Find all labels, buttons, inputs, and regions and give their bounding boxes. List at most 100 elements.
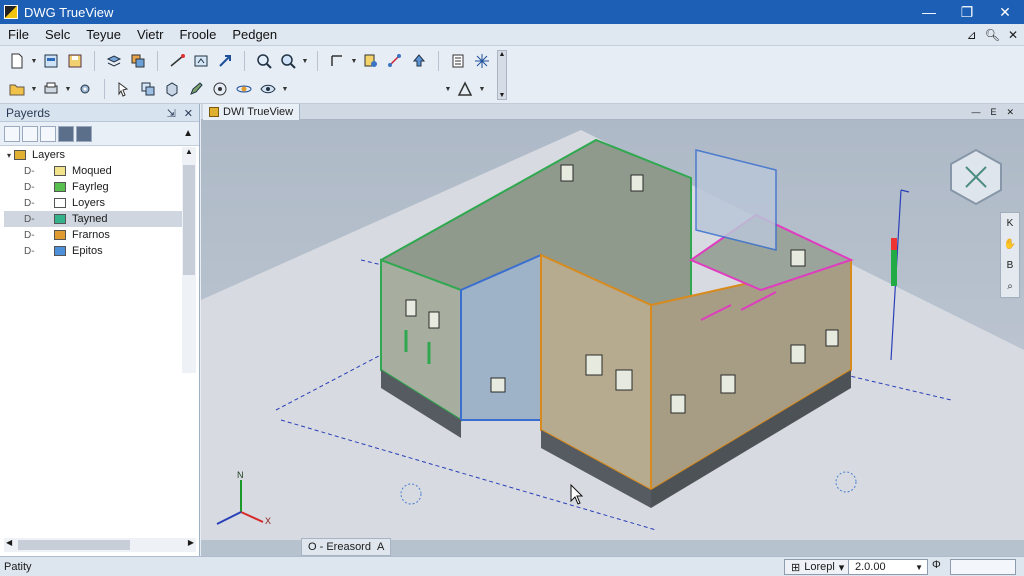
pan-icon[interactable] (190, 50, 212, 72)
toolbar-overflow-scroll[interactable]: ▲ ▼ (497, 50, 507, 100)
document-tab[interactable]: DWI TrueView (203, 104, 301, 120)
properties-icon[interactable] (360, 50, 382, 72)
title-bar: DWG TrueView — ❐ ✕ (0, 0, 1024, 24)
menu-file[interactable]: File (0, 27, 37, 42)
nav-pan-icon[interactable]: ✋ (1004, 239, 1016, 250)
list-icon[interactable] (447, 50, 469, 72)
menu-view[interactable]: Vietr (129, 27, 172, 42)
layer-filter-icon[interactable] (58, 125, 74, 142)
tree-item[interactable]: D- Moqued (4, 163, 182, 179)
status-extra-icon[interactable]: Φ (932, 559, 941, 571)
scroll-up-icon[interactable]: ▲ (182, 147, 196, 161)
block-icon[interactable] (161, 78, 183, 100)
minimize-button[interactable]: — (910, 0, 948, 24)
panel-close-icon[interactable]: ✕ (184, 107, 193, 120)
orbit-icon[interactable] (233, 78, 255, 100)
open-folder-icon[interactable] (6, 78, 28, 100)
status-toggle-button[interactable]: ⊞ Lorepl ▾ (784, 559, 852, 575)
copy-icon[interactable] (127, 50, 149, 72)
tree-connector[interactable]: D- (24, 246, 54, 257)
triangle-tool-icon[interactable] (454, 78, 476, 100)
expand-arrow-icon[interactable]: ▾ (4, 151, 14, 160)
settings-icon[interactable] (74, 78, 96, 100)
tree-item[interactable]: D- Loyers (4, 195, 182, 211)
tree-item-label: Moqued (72, 165, 112, 177)
search-icon[interactable]: 🔍︎ (985, 28, 1000, 42)
open-folder-caret-icon[interactable]: ▼ (30, 86, 38, 93)
upload-icon[interactable] (408, 50, 430, 72)
menu-select[interactable]: Selc (37, 27, 78, 42)
zoom-icon[interactable] (253, 50, 275, 72)
document-controls: — E ✕ (971, 104, 1014, 120)
select-icon[interactable] (113, 78, 135, 100)
target-icon[interactable] (209, 78, 231, 100)
status-empty-field[interactable] (950, 559, 1016, 575)
windows-icon[interactable] (137, 78, 159, 100)
save-icon[interactable] (64, 50, 86, 72)
scale-field[interactable]: 2.0.00 ▼ (848, 559, 928, 575)
plot-icon[interactable] (40, 78, 62, 100)
tree-connector[interactable]: D- (24, 166, 54, 177)
scroll-left-icon[interactable]: ◀ (6, 538, 12, 547)
layer-folder-icon (54, 166, 66, 176)
menu-type[interactable]: Teyue (78, 27, 129, 42)
new-file-caret-icon[interactable]: ▼ (30, 58, 38, 65)
restore-button[interactable]: ❐ (948, 0, 986, 24)
plot-caret-icon[interactable]: ▼ (64, 86, 72, 93)
close-button[interactable]: ✕ (986, 0, 1024, 24)
zoom-caret-icon[interactable]: ▼ (301, 58, 309, 65)
nav-select-icon[interactable]: K (1007, 218, 1014, 229)
explode-icon[interactable] (471, 50, 493, 72)
tree-item[interactable]: D- Epitos (4, 243, 182, 259)
tree-vertical-scrollbar[interactable]: ▲ (182, 147, 196, 373)
line-icon[interactable] (166, 50, 188, 72)
doc-close-icon[interactable]: ✕ (1006, 107, 1014, 118)
style-caret-icon[interactable]: ▼ (444, 86, 452, 93)
layer-icon[interactable] (103, 50, 125, 72)
scroll-thumb[interactable] (183, 165, 195, 275)
tree-item[interactable]: D- Fayrleg (4, 179, 182, 195)
rectangle-icon[interactable] (326, 50, 348, 72)
find-layer-icon[interactable] (22, 125, 38, 142)
measure-icon[interactable] (384, 50, 406, 72)
triangle-caret-icon[interactable]: ▼ (478, 86, 486, 93)
nav-book-icon[interactable]: B (1007, 260, 1014, 271)
tree-connector[interactable]: D- (24, 230, 54, 241)
scroll-right-icon[interactable]: ▶ (188, 538, 194, 547)
tree-horizontal-scrollbar[interactable]: ◀ ▶ (4, 538, 196, 552)
rectangle-caret-icon[interactable]: ▼ (350, 58, 358, 65)
model-canvas[interactable]: N X (201, 120, 1024, 540)
model-layout-tab[interactable]: O - Ereasord A (301, 538, 392, 556)
tree-connector[interactable]: D- (24, 182, 54, 193)
collapse-up-icon[interactable]: ▲ (183, 128, 193, 139)
open-icon[interactable] (40, 50, 62, 72)
close-doc-icon[interactable]: ✕ (1008, 28, 1018, 42)
menu-pedgen[interactable]: Pedgen (224, 27, 285, 42)
arrow-icon[interactable] (214, 50, 236, 72)
new-file-icon[interactable] (6, 50, 28, 72)
doc-expand-icon[interactable]: E (990, 107, 996, 117)
new-layer-icon[interactable] (4, 125, 20, 142)
chevron-down-icon: ▾ (838, 561, 845, 574)
triangle-icon[interactable]: ⊿ (967, 28, 977, 42)
layers-panel: Payerds ⇲ ✕ ▲ ▾ Layers D- Moqued D- Fayrleg D-… (0, 104, 200, 556)
tree-connector[interactable]: D- (24, 214, 54, 225)
layer-settings-icon[interactable] (76, 125, 92, 142)
tree-connector[interactable]: D- (24, 198, 54, 209)
zoom-window-icon[interactable] (277, 50, 299, 72)
tree-item[interactable]: D- Tayned (4, 211, 182, 227)
hscroll-thumb[interactable] (18, 540, 130, 550)
tree-item[interactable]: D- Frarnos (4, 227, 182, 243)
scale-dropdown-icon[interactable]: ▼ (915, 563, 923, 572)
menu-frame[interactable]: Froole (171, 27, 224, 42)
panel-dock-icon[interactable]: ⇲ (167, 107, 176, 120)
toolbar-separator (244, 51, 245, 71)
nav-zoom-icon[interactable]: ⌕ (1007, 281, 1013, 292)
layer-folder-icon (54, 246, 66, 256)
doc-minimize-icon[interactable]: — (971, 107, 980, 117)
view-caret-icon[interactable]: ▼ (281, 86, 289, 93)
tree-item[interactable]: ▾ Layers (4, 147, 182, 163)
pen-icon[interactable] (185, 78, 207, 100)
layer-state-icon[interactable] (40, 125, 56, 142)
view-icon[interactable] (257, 78, 279, 100)
